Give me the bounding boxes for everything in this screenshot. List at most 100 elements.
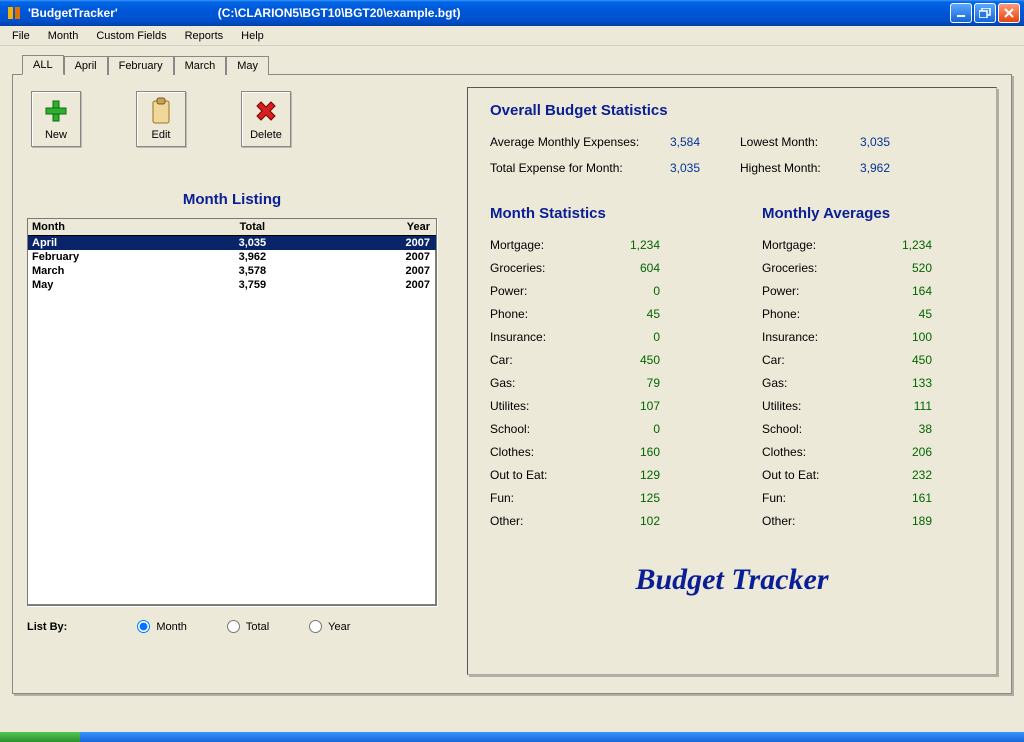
plus-icon [42, 97, 70, 125]
month-stat-row: Other:102 [490, 510, 702, 533]
cell-year: 2007 [314, 250, 436, 264]
list-by-total-radio[interactable] [227, 620, 240, 633]
menu-reports[interactable]: Reports [177, 28, 232, 44]
monthly-avg-value: 206 [872, 441, 932, 464]
monthly-avg-label: Clothes: [762, 441, 872, 464]
col-month[interactable]: Month [28, 219, 191, 236]
total-expense-value: 3,035 [670, 161, 740, 175]
menu-month[interactable]: Month [40, 28, 87, 44]
edit-button[interactable]: Edit [136, 91, 186, 147]
monthly-avg-label: Car: [762, 349, 872, 372]
monthly-avg-row: Car:450 [762, 349, 974, 372]
title-file-path: (C:\CLARION5\BGT10\BGT20\example.bgt) [218, 6, 461, 20]
overall-row-total: Total Expense for Month: 3,035 Highest M… [490, 161, 974, 175]
taskbar[interactable] [0, 732, 1024, 742]
list-by-total-text: Total [246, 621, 269, 633]
avg-expenses-value: 3,584 [670, 135, 740, 149]
client-area: ALL April February March May New [0, 46, 1024, 742]
new-button-label: New [45, 129, 67, 141]
avg-expenses-label: Average Monthly Expenses: [490, 135, 670, 149]
month-stat-row: Mortgage:1,234 [490, 234, 702, 257]
tab-strip: ALL April February March May [22, 52, 1016, 74]
monthly-avg-label: Mortgage: [762, 234, 872, 257]
monthly-avg-label: Utilites: [762, 395, 872, 418]
cell-year: 2007 [314, 264, 436, 278]
monthly-avg-label: Gas: [762, 372, 872, 395]
list-by-year[interactable]: Year [309, 620, 350, 633]
delete-x-icon [252, 97, 280, 125]
edit-button-label: Edit [152, 129, 171, 141]
menu-custom-fields[interactable]: Custom Fields [88, 28, 174, 44]
list-by-total[interactable]: Total [227, 620, 269, 633]
menu-help[interactable]: Help [233, 28, 272, 44]
month-stat-row: Fun:125 [490, 487, 702, 510]
month-stat-label: Out to Eat: [490, 464, 600, 487]
monthly-avg-label: Other: [762, 510, 872, 533]
cell-month: April [28, 236, 191, 251]
monthly-avg-label: Out to Eat: [762, 464, 872, 487]
delete-button-label: Delete [250, 129, 282, 141]
month-stat-row: Power:0 [490, 280, 702, 303]
list-by-month[interactable]: Month [137, 620, 187, 633]
cell-total: 3,759 [191, 278, 313, 292]
monthly-avg-row: Mortgage:1,234 [762, 234, 974, 257]
monthly-avg-row: Gas:133 [762, 372, 974, 395]
monthly-avg-label: Groceries: [762, 257, 872, 280]
table-row[interactable]: February3,9622007 [28, 250, 436, 264]
month-stat-value: 160 [600, 441, 660, 464]
minimize-button[interactable] [950, 3, 972, 23]
month-stat-row: Utilites:107 [490, 395, 702, 418]
month-stat-value: 45 [600, 303, 660, 326]
month-stat-label: Car: [490, 349, 600, 372]
month-stat-row: Car:450 [490, 349, 702, 372]
table-row[interactable]: March3,5782007 [28, 264, 436, 278]
menubar: File Month Custom Fields Reports Help [0, 26, 1024, 46]
month-listing[interactable]: Month Total Year April3,0352007February3… [27, 218, 437, 606]
tab-april[interactable]: April [64, 56, 108, 75]
lowest-month-value: 3,035 [860, 135, 920, 149]
list-by-month-text: Month [156, 621, 187, 633]
month-stat-value: 107 [600, 395, 660, 418]
restore-icon [979, 8, 991, 18]
list-by-year-radio[interactable] [309, 620, 322, 633]
highest-month-value: 3,962 [860, 161, 920, 175]
col-total[interactable]: Total [191, 219, 313, 236]
list-by-month-radio[interactable] [137, 620, 150, 633]
tab-may[interactable]: May [226, 56, 269, 75]
month-stat-row: Groceries:604 [490, 257, 702, 280]
overall-row-avg: Average Monthly Expenses: 3,584 Lowest M… [490, 135, 974, 149]
delete-button[interactable]: Delete [241, 91, 291, 147]
restore-button[interactable] [974, 3, 996, 23]
start-button[interactable] [0, 732, 80, 742]
table-row[interactable]: April3,0352007 [28, 236, 436, 251]
menu-file[interactable]: File [4, 28, 38, 44]
cell-month: May [28, 278, 191, 292]
month-statistics-col: Month Statistics Mortgage:1,234Groceries… [490, 205, 702, 533]
brand-title: Budget Tracker [490, 563, 974, 597]
clipboard-icon [147, 97, 175, 125]
table-row[interactable]: May3,7592007 [28, 278, 436, 292]
tab-february[interactable]: February [108, 56, 174, 75]
month-stat-label: Clothes: [490, 441, 600, 464]
col-year[interactable]: Year [314, 219, 436, 236]
list-by-year-text: Year [328, 621, 350, 633]
cell-total: 3,035 [191, 236, 313, 251]
monthly-avg-value: 45 [872, 303, 932, 326]
monthly-avg-label: Phone: [762, 303, 872, 326]
month-stat-label: Utilites: [490, 395, 600, 418]
monthly-avg-value: 100 [872, 326, 932, 349]
new-button[interactable]: New [31, 91, 81, 147]
month-stat-row: Gas:79 [490, 372, 702, 395]
month-stat-row: Clothes:160 [490, 441, 702, 464]
tab-march[interactable]: March [174, 56, 227, 75]
month-stat-label: Phone: [490, 303, 600, 326]
close-button[interactable] [998, 3, 1020, 23]
monthly-avg-value: 38 [872, 418, 932, 441]
month-stat-value: 604 [600, 257, 660, 280]
stats-panel: Overall Budget Statistics Average Monthl… [467, 87, 997, 675]
month-listing-title: Month Listing [27, 191, 437, 208]
left-pane: New Edit Delete Month [27, 87, 437, 675]
tab-all[interactable]: ALL [22, 55, 64, 75]
month-stat-value: 0 [600, 326, 660, 349]
minimize-icon [956, 8, 966, 18]
